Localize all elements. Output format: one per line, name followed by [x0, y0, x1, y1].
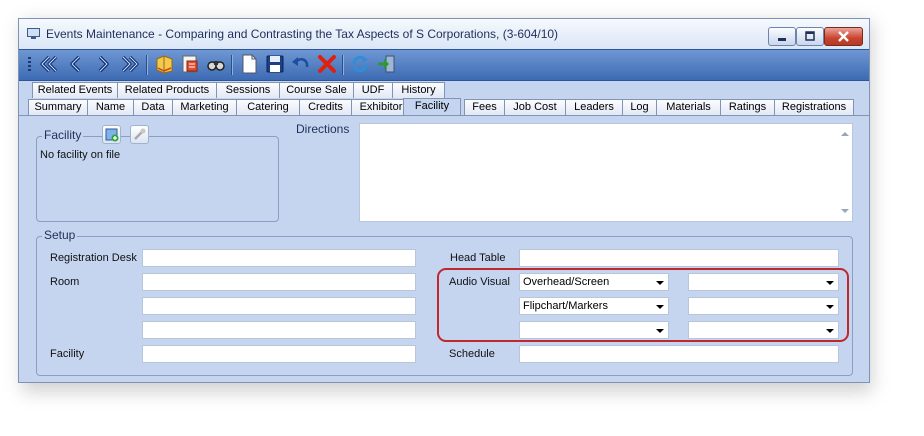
tab-data[interactable]: Data [133, 99, 173, 115]
save-button[interactable] [264, 53, 286, 75]
tab-fees[interactable]: Fees [464, 99, 505, 115]
refresh-button[interactable] [349, 53, 371, 75]
tab-exhibitor[interactable]: Exhibitor [351, 99, 411, 115]
window-title: Events Maintenance - Comparing and Contr… [46, 27, 559, 41]
first-record-button[interactable] [38, 53, 60, 75]
maximize-icon [805, 31, 815, 41]
tab-row-2: Summary Name Data Marketing Catering Cre… [19, 98, 869, 116]
tab-log[interactable]: Log [622, 99, 657, 115]
room-field-2[interactable] [142, 297, 416, 315]
undo-button[interactable] [290, 53, 312, 75]
new-button[interactable] [238, 53, 260, 75]
edit-facility-button[interactable] [130, 125, 149, 144]
previous-record-icon [70, 55, 81, 73]
setup-facility-field[interactable] [142, 345, 416, 363]
scroll-down-icon[interactable] [841, 209, 849, 213]
facility-value: No facility on file [40, 149, 121, 161]
toolbar-grip[interactable] [28, 57, 31, 73]
last-record-icon [121, 55, 139, 73]
edit-facility-icon [134, 128, 146, 140]
refresh-icon [352, 55, 368, 73]
title-bar[interactable]: Events Maintenance - Comparing and Contr… [19, 19, 869, 49]
report-button[interactable] [179, 53, 201, 75]
scroll-up-icon[interactable] [841, 132, 849, 136]
last-record-button[interactable] [119, 53, 141, 75]
report-icon [182, 55, 198, 73]
tab-catering[interactable]: Catering [236, 99, 300, 115]
close-button[interactable] [824, 27, 863, 46]
find-button[interactable] [205, 53, 227, 75]
delete-icon [318, 55, 336, 73]
exit-icon [378, 55, 395, 73]
room-label: Room [50, 276, 80, 288]
head-table-field[interactable] [519, 249, 839, 267]
tab-course-sale[interactable]: Course Sale [279, 82, 354, 98]
tab-udf[interactable]: UDF [353, 82, 393, 98]
exit-button[interactable] [375, 53, 397, 75]
tab-materials[interactable]: Materials [656, 99, 721, 115]
book-icon [156, 55, 173, 74]
tab-facility[interactable]: Facility [403, 98, 461, 116]
setup-facility-label: Facility [50, 348, 85, 360]
maximize-button[interactable] [796, 27, 824, 46]
setup-group-label: Setup [42, 228, 78, 242]
previous-record-button[interactable] [65, 53, 87, 75]
monitor-icon [27, 28, 40, 39]
toolbar-separator [231, 55, 233, 75]
schedule-label: Schedule [449, 348, 495, 360]
new-document-icon [242, 54, 257, 74]
head-table-label: Head Table [450, 252, 506, 264]
registration-desk-label: Registration Desk [50, 252, 137, 264]
save-icon [266, 55, 284, 73]
toolbar-separator [146, 55, 148, 75]
directions-scrollbar[interactable] [838, 124, 852, 221]
next-record-icon [98, 55, 109, 73]
tab-credits[interactable]: Credits [299, 99, 352, 115]
directions-label: Directions [296, 122, 350, 136]
book-button[interactable] [153, 53, 175, 75]
tab-marketing[interactable]: Marketing [172, 99, 237, 115]
audio-visual-highlight [437, 268, 849, 342]
delete-button[interactable] [316, 53, 338, 75]
undo-icon [292, 57, 309, 68]
minimize-button[interactable] [768, 27, 796, 46]
directions-textarea[interactable] [359, 123, 853, 222]
minimize-icon [778, 38, 786, 41]
room-field-1[interactable] [142, 273, 416, 291]
next-record-button[interactable] [92, 53, 114, 75]
tab-summary[interactable]: Summary [28, 99, 88, 115]
schedule-field[interactable] [519, 345, 839, 363]
toolbar-separator [342, 55, 344, 75]
add-facility-button[interactable] [102, 125, 121, 144]
toolbar [19, 49, 869, 81]
tab-related-products[interactable]: Related Products [117, 82, 217, 98]
first-record-icon [40, 55, 58, 73]
facility-group-label: Facility [42, 128, 84, 142]
tab-ratings[interactable]: Ratings [720, 99, 775, 115]
tab-history[interactable]: History [392, 82, 445, 98]
facility-tab-panel: Facility No facility on file Directions … [19, 115, 869, 382]
tab-related-events[interactable]: Related Events [32, 82, 118, 98]
tab-registrations[interactable]: Registrations [774, 99, 854, 115]
binoculars-icon [207, 61, 225, 71]
room-field-3[interactable] [142, 321, 416, 339]
add-facility-icon [105, 128, 119, 142]
tab-row-1: Related Events Related Products Sessions… [19, 82, 869, 99]
tab-sessions[interactable]: Sessions [216, 82, 280, 98]
registration-desk-field[interactable] [142, 249, 416, 267]
close-icon [838, 31, 849, 42]
tab-job-cost[interactable]: Job Cost [504, 99, 566, 115]
tab-name[interactable]: Name [87, 99, 134, 115]
tab-leaders[interactable]: Leaders [565, 99, 623, 115]
